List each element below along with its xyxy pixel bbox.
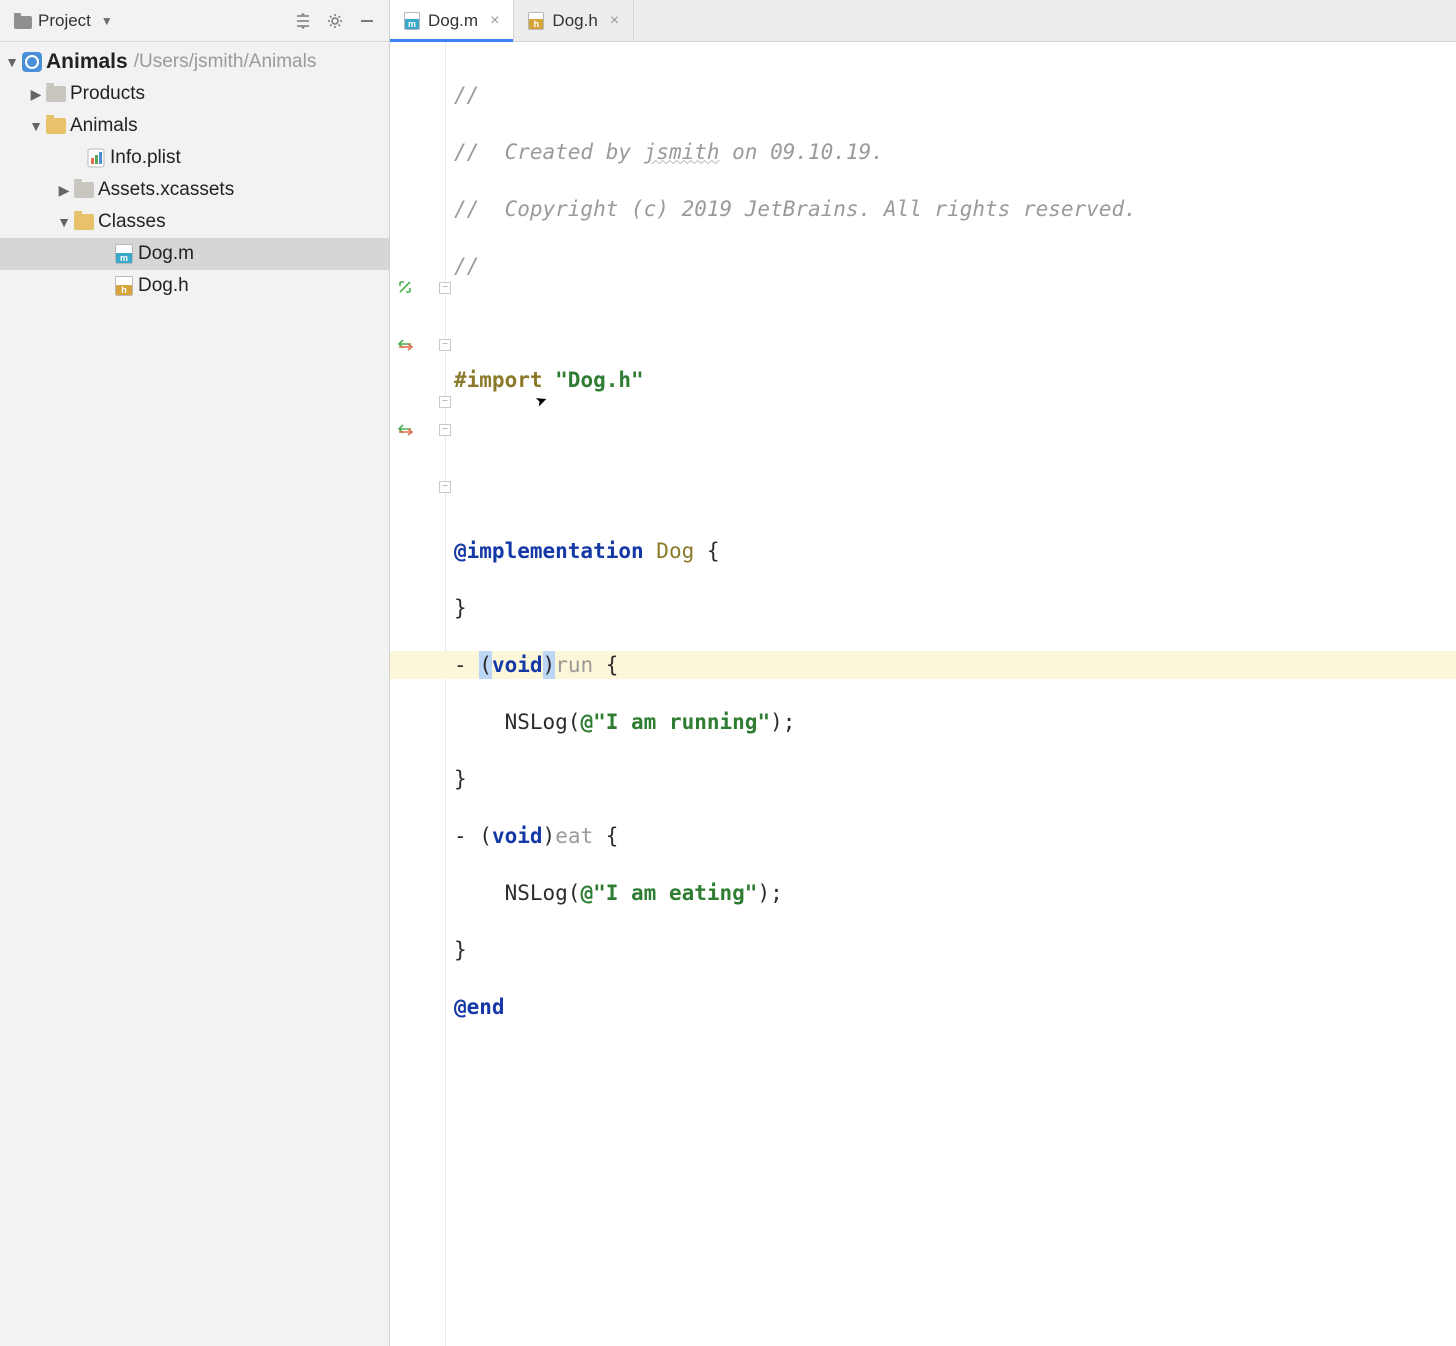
h-file-icon	[112, 276, 136, 296]
tab-label: Dog.h	[552, 11, 597, 31]
code-text: eat	[555, 822, 593, 851]
editor-panel: Dog.m × Dog.h ×	[390, 0, 1456, 1346]
code-text: {	[707, 537, 720, 566]
tree-root[interactable]: ▼ Animals /Users/jsmith/Animals	[0, 46, 389, 78]
tab-bar-empty	[634, 0, 1456, 41]
code-text: {	[593, 822, 618, 851]
code-text: //	[454, 81, 479, 110]
editor[interactable]: − − − − − // // Created by jsmith on 09.…	[390, 42, 1456, 1346]
code-text: on 09.10.19.	[720, 138, 884, 167]
folder-icon	[44, 86, 68, 102]
project-tree: ▼ Animals /Users/jsmith/Animals ▶ Produc…	[0, 42, 389, 302]
code-text: NSLog(	[454, 879, 580, 908]
folder-icon	[72, 182, 96, 198]
code-text: );	[757, 879, 782, 908]
code-text: (	[479, 651, 492, 680]
code-area[interactable]: // // Created by jsmith on 09.10.19. // …	[446, 42, 1440, 1346]
tree-item-label: Dog.h	[138, 275, 189, 297]
code-text: }	[454, 765, 467, 794]
gear-icon[interactable]	[321, 7, 349, 35]
project-toolbar: Project ▼	[0, 0, 389, 42]
tree-assets[interactable]: ▶ Assets.xcassets	[0, 174, 389, 206]
code-text: (	[479, 822, 492, 851]
chevron-right-icon[interactable]: ▶	[28, 86, 44, 103]
editor-gutter[interactable]: − − − − −	[390, 42, 446, 1346]
tree-item-label: Assets.xcassets	[98, 179, 234, 201]
tree-products[interactable]: ▶ Products	[0, 78, 389, 110]
tree-classes[interactable]: ▼ Classes	[0, 206, 389, 238]
tab-label: Dog.m	[428, 11, 478, 31]
project-dropdown[interactable]: Project ▼	[8, 9, 119, 33]
code-text: //	[454, 252, 479, 281]
tree-item-label: Products	[70, 83, 145, 105]
tree-item-label: Animals	[70, 115, 138, 137]
folder-icon	[72, 214, 96, 230]
folder-icon	[44, 118, 68, 134]
code-text: "I am running"	[593, 708, 770, 737]
tree-item-label: Dog.m	[138, 243, 194, 265]
code-text: }	[454, 936, 467, 965]
chevron-down-icon[interactable]: ▼	[4, 54, 20, 70]
code-text: @implementation	[454, 537, 644, 566]
fold-column[interactable]: − − − − −	[431, 42, 445, 1346]
chevron-right-icon[interactable]: ▶	[56, 182, 72, 199]
project-folder-icon	[14, 13, 32, 29]
code-text: run	[555, 651, 593, 680]
tree-info-plist[interactable]: Info.plist	[0, 142, 389, 174]
code-text: NSLog(	[454, 708, 580, 737]
code-text: jsmith	[644, 138, 720, 167]
tree-dog-m[interactable]: Dog.m	[0, 238, 389, 270]
h-file-icon	[528, 12, 544, 30]
code-text: -	[454, 651, 479, 680]
code-text: }	[454, 594, 467, 623]
m-file-icon	[112, 244, 136, 264]
tab-dog-m[interactable]: Dog.m ×	[390, 0, 514, 41]
tree-dog-h[interactable]: Dog.h	[0, 270, 389, 302]
code-text: @	[580, 708, 593, 737]
code-text: @	[580, 879, 593, 908]
override-gutter-icon[interactable]	[396, 335, 414, 353]
code-text: Dog	[644, 537, 707, 566]
minimize-icon[interactable]	[353, 7, 381, 35]
plist-file-icon	[84, 148, 108, 168]
chevron-down-icon[interactable]: ▼	[28, 118, 44, 134]
close-icon[interactable]: ×	[490, 12, 499, 30]
tree-item-label: Classes	[98, 211, 166, 233]
code-text: @end	[454, 993, 505, 1022]
project-panel: Project ▼ ▼ Animals /Users/jsmith/Animal…	[0, 0, 390, 1346]
tree-animals-folder[interactable]: ▼ Animals	[0, 110, 389, 142]
scrollbar[interactable]	[1440, 42, 1456, 1346]
code-text: void	[492, 822, 543, 851]
code-text: "Dog.h"	[555, 366, 644, 395]
chevron-down-icon[interactable]: ▼	[56, 214, 72, 230]
tree-item-label: Info.plist	[110, 147, 181, 169]
code-text: "I am eating"	[593, 879, 757, 908]
code-text: )	[543, 651, 556, 680]
code-text: // Copyright (c) 2019 JetBrains. All rig…	[454, 195, 1137, 224]
code-text: {	[593, 651, 618, 680]
m-file-icon	[404, 12, 420, 30]
implement-gutter-icon[interactable]	[396, 278, 414, 296]
code-text: -	[454, 822, 479, 851]
editor-tab-bar: Dog.m × Dog.h ×	[390, 0, 1456, 42]
close-icon[interactable]: ×	[610, 12, 619, 30]
code-text: // Created by	[454, 138, 644, 167]
override-gutter-icon[interactable]	[396, 420, 414, 438]
code-text: );	[770, 708, 795, 737]
chevron-down-icon: ▼	[101, 14, 113, 28]
tree-root-label: Animals	[46, 50, 128, 74]
collapse-icon[interactable]	[289, 7, 317, 35]
code-text: )	[543, 822, 556, 851]
xcode-project-icon	[20, 52, 44, 72]
project-label: Project	[38, 11, 91, 31]
tab-dog-h[interactable]: Dog.h ×	[514, 0, 634, 41]
tree-root-path: /Users/jsmith/Animals	[134, 51, 317, 73]
code-text: void	[492, 651, 543, 680]
